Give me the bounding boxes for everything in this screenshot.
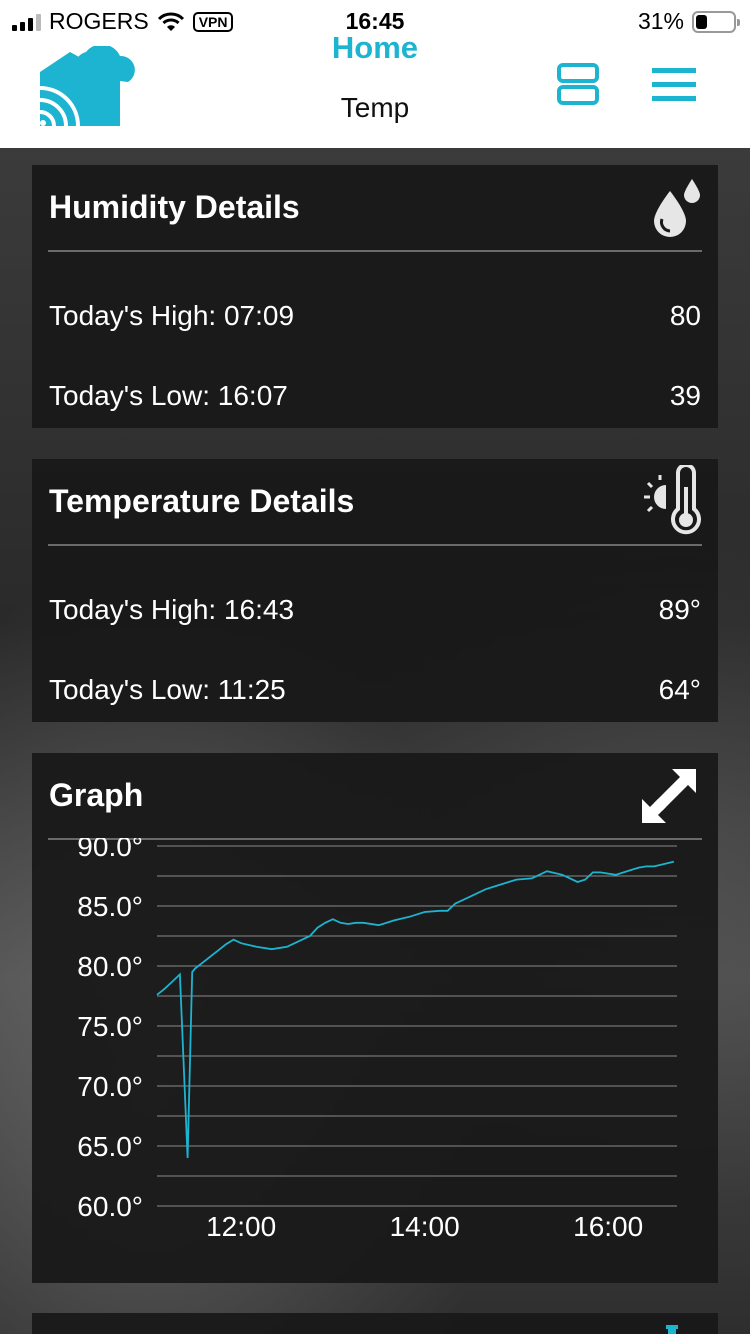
humidity-high-label: Today's High: 07:09: [49, 300, 295, 331]
humidity-low-label: Today's Low: 16:07: [49, 380, 288, 411]
list-view-icon[interactable]: [556, 62, 600, 106]
y-tick-label: 90.0°: [77, 838, 143, 862]
humidity-title: Humidity Details: [49, 189, 300, 225]
temperature-high-label: Today's High: 16:43: [49, 594, 295, 625]
divider: [48, 544, 702, 546]
divider: [48, 250, 702, 252]
temperature-card: Temperature Details Today's High: 16:43 …: [32, 459, 718, 722]
page-subtitle: Temp: [340, 92, 410, 123]
temperature-low-label: Today's Low: 11:25: [49, 674, 286, 705]
x-tick-label: 14:00: [390, 1211, 460, 1242]
temperature-line-chart: 90.0° 85.0° 80.0° 75.0° 70.0° 65.0° 60.0° 12:00…: [77, 838, 677, 1242]
y-tick-label: 70.0°: [77, 1071, 143, 1102]
y-tick-label: 65.0°: [77, 1131, 143, 1162]
y-tick-label: 80.0°: [77, 951, 143, 982]
y-tick-label: 85.0°: [77, 891, 143, 922]
x-tick-label: 12:00: [206, 1211, 276, 1242]
app-header: Home Temp: [0, 30, 750, 148]
graph-title: Graph: [49, 777, 144, 813]
y-tick-label: 75.0°: [77, 1011, 143, 1042]
y-tick-label: 60.0°: [77, 1191, 143, 1222]
humidity-high-value: 80: [669, 300, 701, 331]
humidity-low-value: 39: [669, 380, 701, 411]
temperature-title: Temperature Details: [49, 483, 355, 519]
hamburger-menu-icon[interactable]: [650, 66, 698, 104]
partial-icon: [666, 1325, 678, 1334]
thermometer-sun-icon: [644, 465, 701, 535]
temperature-high-value: 89°: [658, 594, 701, 625]
x-tick-label: 16:00: [573, 1211, 643, 1242]
page-title: Home: [331, 30, 419, 65]
humidity-card: Humidity Details Today's High: 07:09 80 …: [32, 165, 718, 428]
temperature-low-value: 64°: [658, 674, 701, 705]
graph-card: Graph 90.0° 85.0° 80.0° 75.0° 70.0° 65.0° 60.0…: [32, 753, 718, 1283]
water-drops-icon: [654, 179, 700, 237]
next-card: [32, 1313, 718, 1334]
expand-arrows-icon[interactable]: [638, 765, 700, 827]
